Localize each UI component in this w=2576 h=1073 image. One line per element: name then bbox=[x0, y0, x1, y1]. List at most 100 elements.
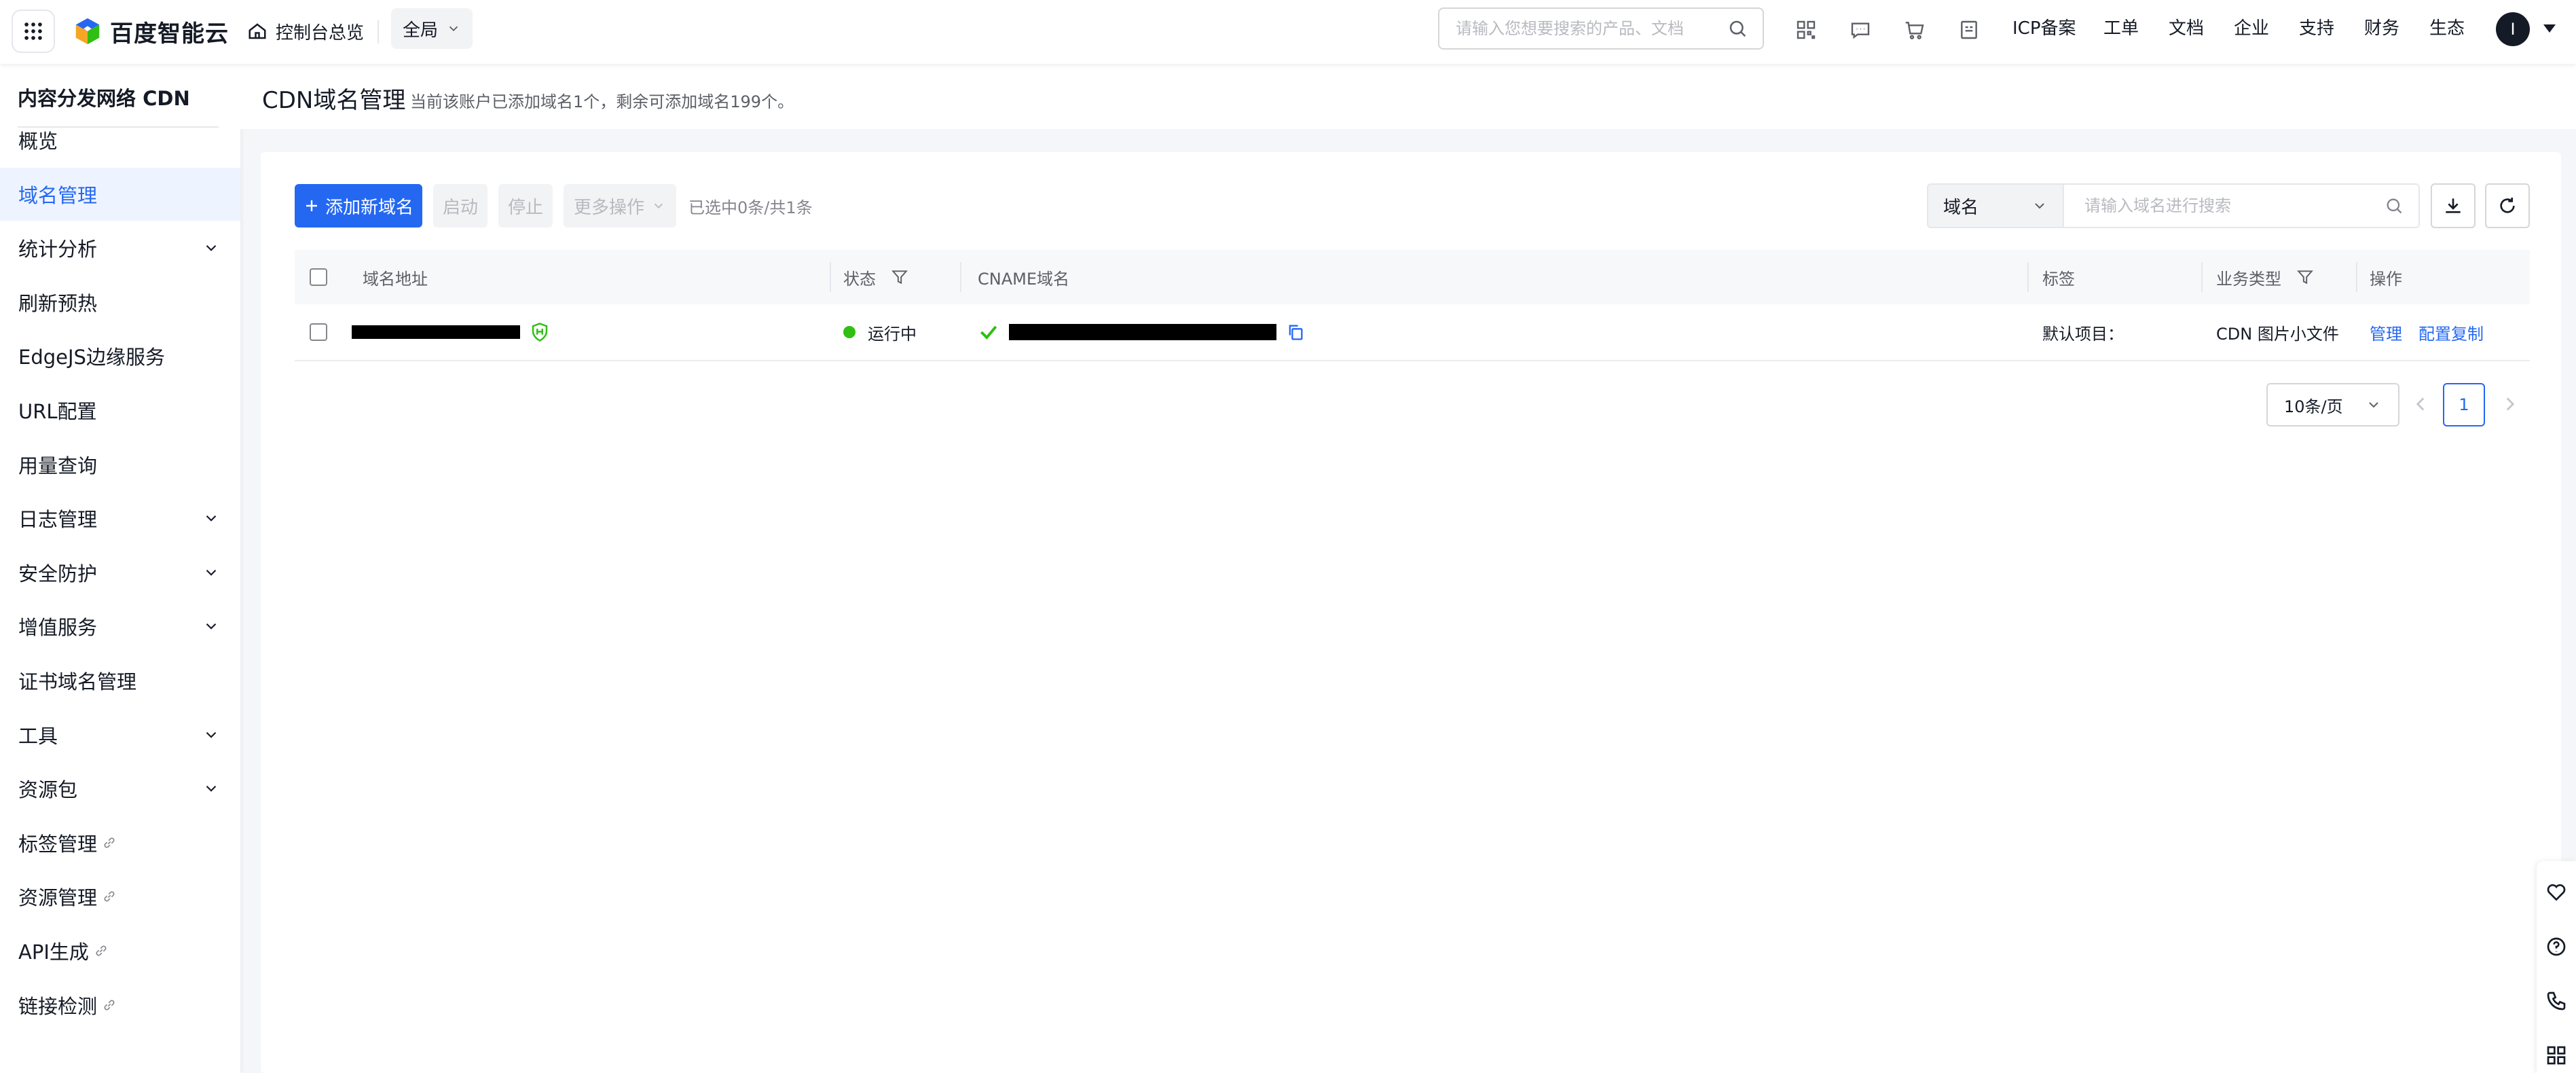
filter-icon[interactable] bbox=[891, 268, 908, 286]
sidebar-item-label: 域名管理 bbox=[18, 183, 98, 207]
user-avatar[interactable]: I bbox=[2496, 12, 2530, 46]
apps-menu-button[interactable] bbox=[12, 10, 55, 53]
sidebar-item-link-check[interactable]: 链接检测 bbox=[0, 979, 240, 1032]
region-select[interactable]: 全局 bbox=[391, 8, 473, 49]
chevron-down-icon[interactable] bbox=[202, 780, 220, 797]
select-all-checkbox[interactable] bbox=[310, 268, 327, 286]
sidebar-item-cert-domain[interactable]: 证书域名管理 bbox=[0, 654, 240, 707]
more-actions-button[interactable]: 更多操作 bbox=[564, 184, 676, 228]
chevron-down-icon[interactable] bbox=[202, 564, 220, 581]
phone-icon[interactable] bbox=[2545, 990, 2567, 1012]
next-page-icon[interactable] bbox=[2499, 393, 2522, 416]
page-size-select[interactable]: 10条/页 bbox=[2266, 383, 2399, 426]
search-icon[interactable] bbox=[2385, 196, 2404, 215]
manage-link[interactable]: 管理 bbox=[2370, 321, 2402, 344]
qrcode-button[interactable] bbox=[1792, 16, 1820, 43]
sidebar-item-tag-management[interactable]: 标签管理 bbox=[0, 816, 240, 869]
search-type-label: 域名 bbox=[1943, 197, 1979, 218]
baidu-cloud-logo[interactable]: 百度智能云 bbox=[72, 12, 229, 50]
search-type-select[interactable]: 域名 bbox=[1927, 183, 2063, 228]
top-navbar: 百度智能云 控制台总览 全局 ICP备案 工单 文档 企业 支 bbox=[0, 0, 2576, 64]
selection-count: 已选中0条/共1条 bbox=[688, 198, 813, 217]
sidebar-item-label: URL配置 bbox=[18, 400, 97, 423]
sidebar-item-label: 标签管理 bbox=[18, 832, 98, 856]
search-icon[interactable] bbox=[1727, 18, 1748, 39]
sidebar-item-refresh-preheat[interactable]: 刷新预热 bbox=[0, 276, 240, 329]
domain-search-input[interactable] bbox=[2084, 196, 2385, 215]
page-title: CDN域名管理 bbox=[262, 87, 406, 114]
chevron-down-icon bbox=[654, 203, 663, 209]
nav-link-icp[interactable]: ICP备案 bbox=[2012, 15, 2076, 42]
nav-divider bbox=[378, 20, 379, 43]
sidebar-item-resource-management[interactable]: 资源管理 bbox=[0, 870, 240, 923]
sidebar-item-resource-package[interactable]: 资源包 bbox=[0, 762, 240, 815]
tag-cell: 默认项目： bbox=[2042, 324, 2124, 344]
start-button[interactable]: 启动 bbox=[433, 184, 487, 228]
sidebar-item-edgejs[interactable]: EdgeJS边缘服务 bbox=[0, 329, 240, 382]
table-header: 域名地址 状态 CNAME域名 标签 业务类型 操作 bbox=[295, 250, 2530, 304]
sidebar-item-value-added[interactable]: 增值服务 bbox=[0, 600, 240, 653]
chevron-down-icon[interactable] bbox=[202, 617, 220, 635]
col-status-label: 状态 bbox=[843, 269, 876, 289]
nav-link-ecosystem[interactable]: 生态 bbox=[2429, 15, 2465, 42]
sidebar-item-tools[interactable]: 工具 bbox=[0, 708, 240, 761]
page-subtitle: 当前该账户已添加域名1个，剩余可添加域名199个。 bbox=[410, 92, 794, 111]
nav-link-support[interactable]: 支持 bbox=[2299, 15, 2334, 42]
sidebar-item-label: 工具 bbox=[18, 724, 58, 748]
chevron-down-icon[interactable] bbox=[202, 239, 220, 257]
biz-type-cell: CDN 图片小文件 bbox=[2216, 324, 2339, 344]
sidebar-item-api-generate[interactable]: API生成 bbox=[0, 924, 240, 977]
apps-grid-icon[interactable] bbox=[2545, 1044, 2567, 1066]
col-domain: 域名地址 bbox=[363, 269, 428, 289]
chevron-down-icon[interactable] bbox=[202, 509, 220, 527]
message-button[interactable] bbox=[1847, 16, 1874, 43]
domain-search[interactable] bbox=[2063, 183, 2420, 228]
sidebar-item-label: 安全防护 bbox=[18, 562, 98, 585]
stop-button[interactable]: 停止 bbox=[498, 184, 553, 228]
cart-icon bbox=[1905, 22, 1924, 39]
nav-link-finance[interactable]: 财务 bbox=[2364, 15, 2399, 42]
chevron-down-icon bbox=[2035, 203, 2044, 209]
row-checkbox[interactable] bbox=[310, 323, 327, 341]
col-separator bbox=[830, 262, 831, 292]
sidebar-item-security[interactable]: 安全防护 bbox=[0, 546, 240, 599]
col-separator bbox=[2027, 262, 2029, 292]
shield-icon bbox=[532, 323, 548, 342]
feedback-heart-icon[interactable] bbox=[2545, 881, 2567, 903]
redacted-domain[interactable] bbox=[352, 325, 520, 339]
col-separator bbox=[2356, 262, 2357, 292]
copy-config-link[interactable]: 配置复制 bbox=[2418, 321, 2484, 344]
filter-icon[interactable] bbox=[2296, 268, 2314, 286]
global-search-input[interactable] bbox=[1456, 19, 1727, 38]
sidebar-item-label: 资源包 bbox=[18, 778, 78, 802]
sidebar-item-overview[interactable]: 概览 bbox=[0, 113, 240, 166]
page-number-label: 1 bbox=[2459, 395, 2469, 414]
sidebar-item-label: 日志管理 bbox=[18, 508, 98, 532]
sidebar-item-url-config[interactable]: URL配置 bbox=[0, 384, 240, 437]
cart-button[interactable] bbox=[1901, 16, 1928, 43]
global-search[interactable] bbox=[1438, 7, 1764, 50]
download-button[interactable] bbox=[2431, 183, 2476, 228]
home-icon bbox=[249, 23, 266, 39]
sidebar-item-usage-query[interactable]: 用量查询 bbox=[0, 438, 240, 491]
document-button[interactable] bbox=[1955, 16, 1983, 43]
sidebar-title: 内容分发网络 CDN bbox=[18, 87, 190, 110]
sidebar-item-domain-management[interactable]: 域名管理 bbox=[0, 167, 240, 221]
status-running-dot bbox=[843, 326, 855, 338]
prev-page-icon[interactable] bbox=[2409, 393, 2432, 416]
caret-down-icon[interactable] bbox=[2543, 24, 2556, 33]
status-text: 运行中 bbox=[868, 324, 917, 344]
chevron-down-icon[interactable] bbox=[202, 726, 220, 744]
page-number-current[interactable]: 1 bbox=[2443, 383, 2485, 426]
nav-link-ticket[interactable]: 工单 bbox=[2103, 15, 2139, 42]
add-domain-button[interactable]: 添加新域名 bbox=[295, 184, 422, 228]
console-home-link[interactable]: 控制台总览 bbox=[247, 12, 364, 50]
refresh-button[interactable] bbox=[2485, 183, 2530, 228]
sidebar-item-statistics[interactable]: 统计分析 bbox=[0, 221, 240, 274]
nav-link-enterprise[interactable]: 企业 bbox=[2234, 15, 2269, 42]
message-icon bbox=[1851, 22, 1870, 39]
nav-link-docs[interactable]: 文档 bbox=[2169, 15, 2204, 42]
help-icon[interactable] bbox=[2545, 936, 2567, 958]
copy-icon[interactable] bbox=[1286, 323, 1305, 342]
sidebar-item-log-management[interactable]: 日志管理 bbox=[0, 492, 240, 545]
